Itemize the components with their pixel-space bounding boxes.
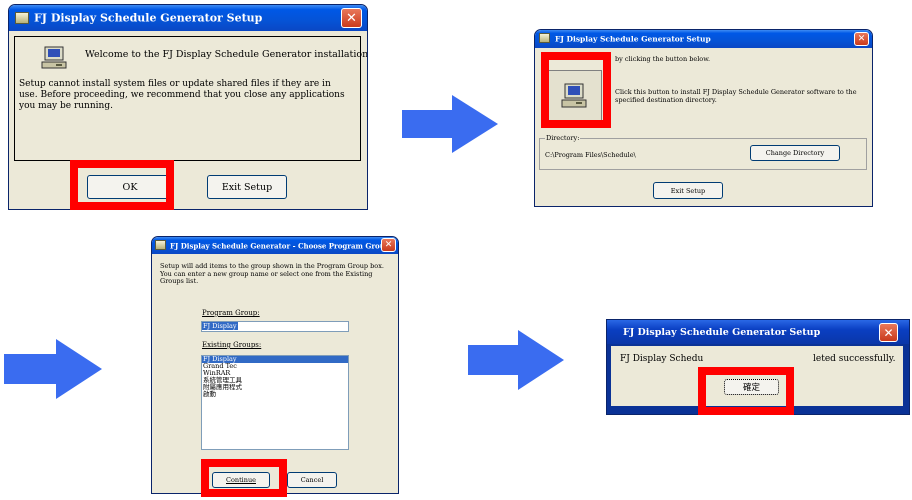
computer-icon: [41, 46, 67, 69]
change-directory-label: Change Directory: [765, 149, 825, 157]
cancel-button[interactable]: Cancel: [287, 472, 337, 488]
completed-title: FJ Display Schedule Generator Setup: [623, 327, 821, 338]
welcome-dialog: FJ Display Schedule Generator Setup ✕ We…: [8, 4, 368, 210]
welcome-panel: Welcome to the FJ Display Schedule Gener…: [14, 36, 367, 161]
completed-message-right: leted successfully.: [813, 354, 896, 364]
directory-title: FJ Display Schedule Generator Setup: [555, 34, 711, 44]
arrow-right-icon: [468, 330, 564, 390]
cancel-label: Cancel: [300, 476, 324, 484]
close-icon[interactable]: ✕: [879, 323, 898, 342]
existing-groups-label: Existing Groups:: [202, 341, 262, 349]
list-item[interactable]: 附屬應用程式: [202, 384, 348, 391]
directory-titlebar: FJ Display Schedule Generator Setup ✕: [535, 30, 872, 48]
install-text: Click this button to install FJ Display …: [615, 88, 857, 104]
list-item[interactable]: 啟動: [202, 391, 348, 398]
highlight-continue-button: [201, 459, 287, 497]
completed-titlebar: FJ Display Schedule Generator Setup ✕: [607, 320, 909, 344]
completed-message-left: FJ Display Schedu: [620, 354, 704, 364]
arrow-right-icon: [4, 339, 102, 399]
welcome-title: FJ Display Schedule Generator Setup: [34, 11, 263, 25]
close-icon[interactable]: ✕: [341, 8, 362, 28]
welcome-text: Welcome to the FJ Display Schedule Gener…: [85, 49, 368, 60]
exit-setup-label: Exit Setup: [221, 181, 273, 193]
program-group-titlebar: FJ Display Schedule Generator - Choose P…: [152, 237, 398, 254]
exit-setup-label: Exit Setup: [670, 186, 706, 195]
exit-setup-button[interactable]: Exit Setup: [653, 182, 723, 199]
highlight-install-button: [541, 52, 611, 128]
program-group-title: FJ Display Schedule Generator - Choose P…: [170, 241, 390, 250]
exit-setup-button[interactable]: Exit Setup: [207, 175, 287, 199]
directory-label: Directory:: [545, 134, 581, 142]
program-group-input[interactable]: FJ Display: [201, 321, 349, 332]
warning-text: Setup cannot install system files or upd…: [19, 79, 345, 111]
close-icon[interactable]: ✕: [854, 32, 869, 46]
welcome-titlebar: FJ Display Schedule Generator Setup ✕: [9, 5, 367, 31]
change-directory-button[interactable]: Change Directory: [750, 145, 840, 161]
highlight-confirm-button: [698, 367, 794, 415]
highlight-ok-button: [70, 160, 174, 210]
directory-path: C:\Program Files\Schedule\: [545, 151, 636, 159]
directory-top-text: by clicking the button below.: [615, 55, 711, 63]
program-group-label: Program Group:: [202, 309, 260, 317]
group-intro-text: Setup will add items to the group shown …: [160, 262, 384, 285]
setup-app-icon: [155, 240, 166, 250]
program-group-value: FJ Display: [202, 322, 238, 330]
program-group-dialog: FJ Display Schedule Generator - Choose P…: [151, 236, 399, 494]
setup-app-icon: [539, 33, 550, 43]
close-icon[interactable]: ✕: [381, 238, 396, 252]
setup-app-icon: [15, 12, 29, 24]
existing-groups-list[interactable]: FJ Display Grand Tec WinRAR 系統管理工具 附屬應用程…: [201, 355, 349, 450]
arrow-right-icon: [402, 95, 498, 153]
